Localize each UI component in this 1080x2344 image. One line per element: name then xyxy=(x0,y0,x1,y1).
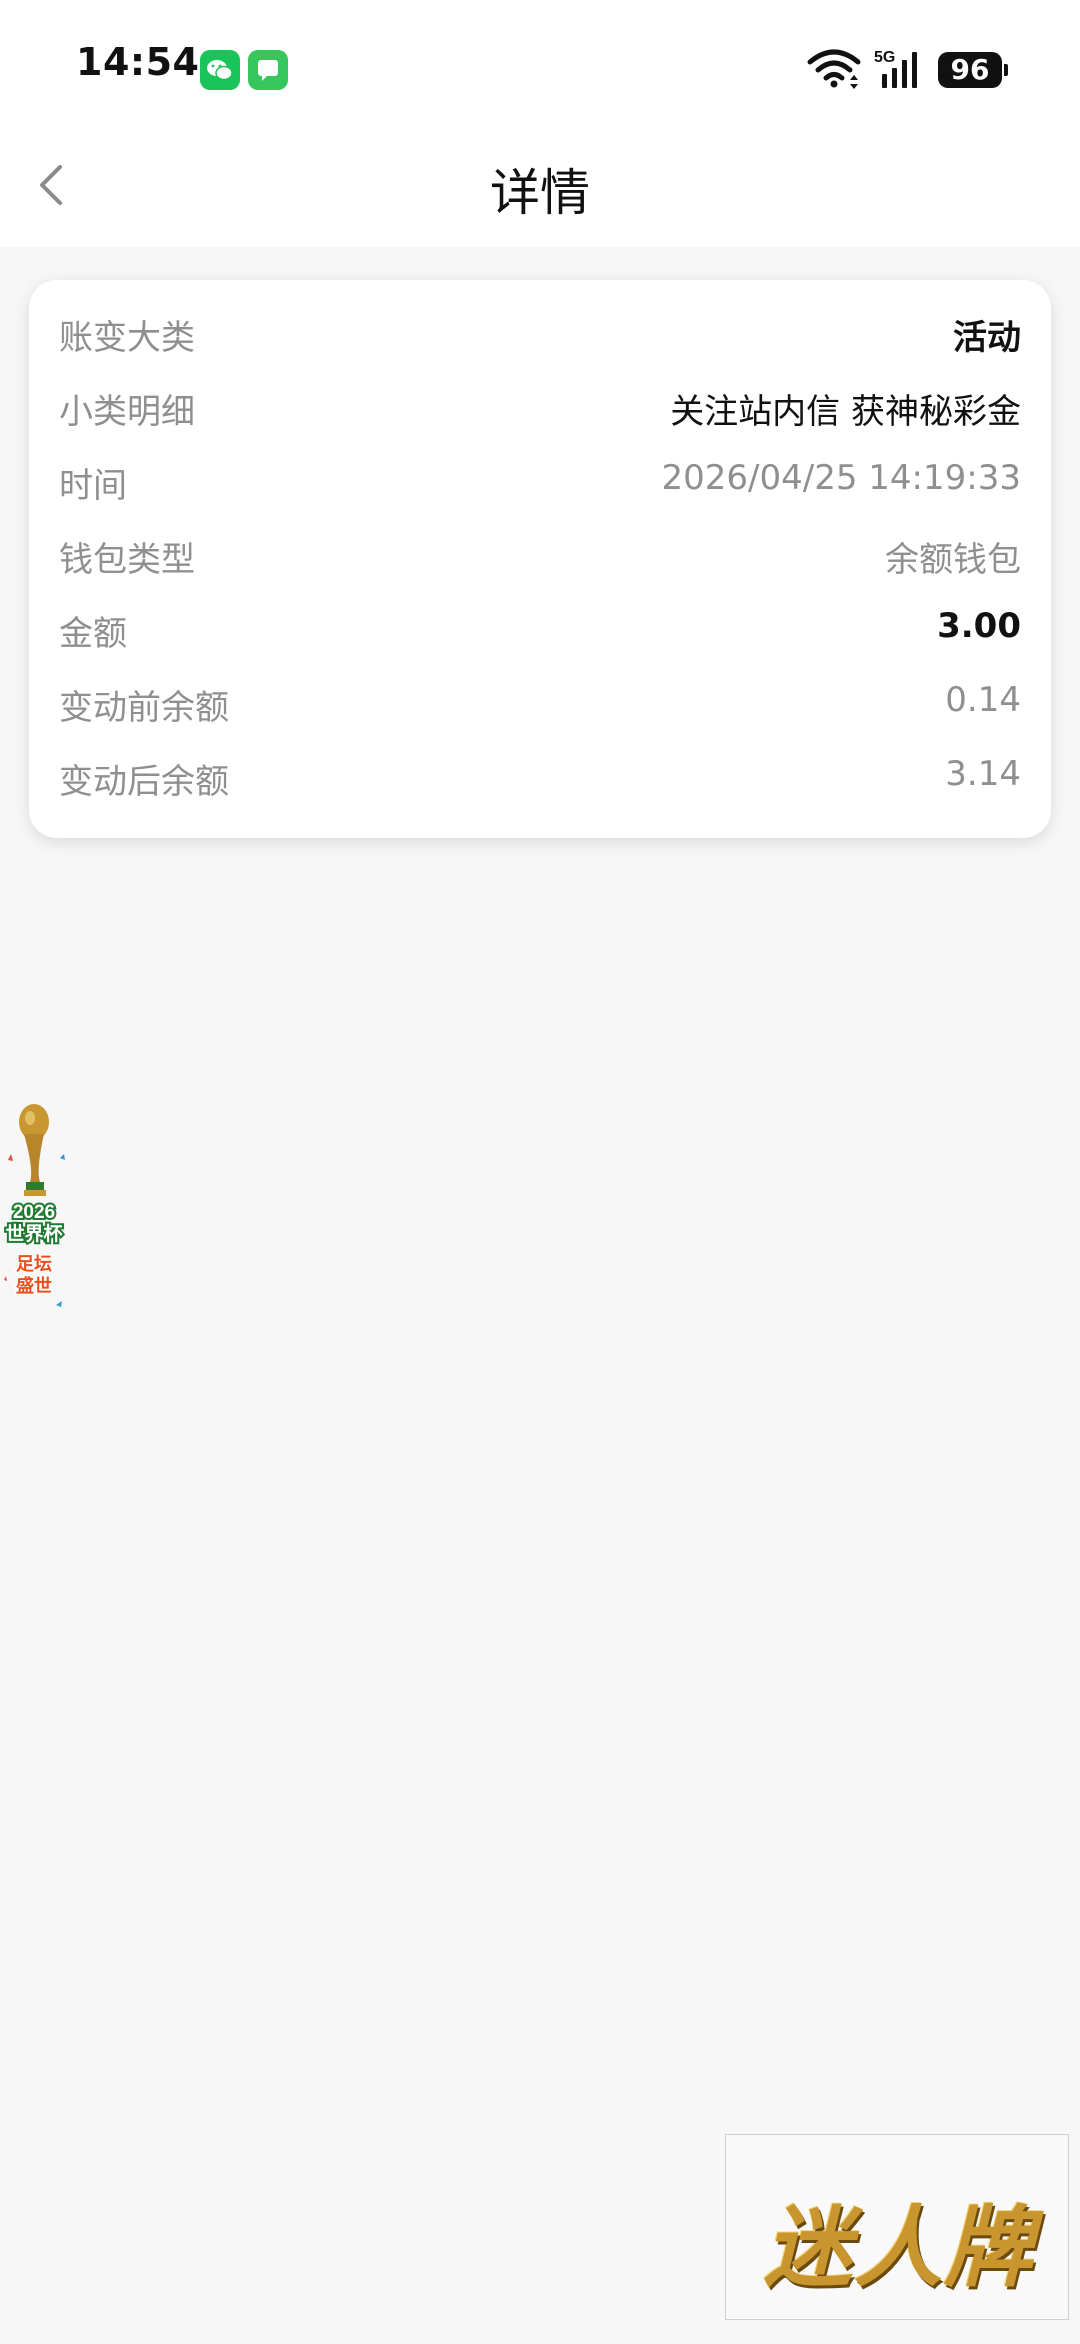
status-time: 14:54 xyxy=(76,40,200,84)
detail-label: 账变大类 xyxy=(59,318,195,358)
battery-indicator: 96 xyxy=(938,52,1008,88)
cellular-signal-icon: 5G xyxy=(874,46,924,90)
page-title: 详情 xyxy=(490,164,590,222)
detail-label: 时间 xyxy=(59,466,127,506)
brand-floating-ad[interactable]: 迷人牌 xyxy=(725,2134,1069,2320)
detail-row-wallet-type: 钱包类型 余额钱包 xyxy=(59,522,1021,582)
promo-year: 2026 xyxy=(13,1202,55,1223)
nav-header: 详情 xyxy=(0,125,1080,247)
detail-value: 关注站内信 获神秘彩金 xyxy=(670,392,1021,432)
detail-row-balance-before: 变动前余额 0.14 xyxy=(59,670,1021,730)
detail-row-amount: 金额 3.00 xyxy=(59,596,1021,656)
detail-value: 余额钱包 xyxy=(885,540,1021,580)
detail-label: 钱包类型 xyxy=(59,540,195,580)
detail-value: 2026/04/25 14:19:33 xyxy=(661,458,1021,498)
detail-value: 3.14 xyxy=(945,754,1021,794)
network-type-label: 5G xyxy=(874,49,895,66)
promo-title: 世界杯 xyxy=(5,1222,62,1245)
wifi-icon xyxy=(806,46,862,90)
worldcup-promo-badge[interactable]: 2026 世界杯 足坛 盛世 xyxy=(0,1100,72,1320)
detail-label: 变动后余额 xyxy=(59,762,229,802)
message-notification-icon xyxy=(248,50,288,90)
detail-value: 0.14 xyxy=(945,680,1021,720)
detail-label: 变动前余额 xyxy=(59,688,229,728)
detail-label: 小类明细 xyxy=(59,392,195,432)
transaction-detail-card: 账变大类 活动 小类明细 关注站内信 获神秘彩金 时间 2026/04/25 1… xyxy=(29,280,1051,838)
detail-value: 活动 xyxy=(953,318,1021,358)
detail-row-category: 账变大类 活动 xyxy=(59,300,1021,360)
promo-line-b: 盛世 xyxy=(16,1275,52,1297)
trophy-icon xyxy=(19,1104,49,1196)
detail-value: 3.00 xyxy=(937,606,1021,646)
status-bar: 14:54 5G 96 xyxy=(0,0,1080,125)
detail-row-balance-after: 变动后余额 3.14 xyxy=(59,744,1021,804)
promo-line-a: 足坛 xyxy=(16,1254,52,1275)
detail-label: 金额 xyxy=(59,614,127,654)
detail-row-subcategory: 小类明细 关注站内信 获神秘彩金 xyxy=(59,374,1021,434)
detail-row-time: 时间 2026/04/25 14:19:33 xyxy=(59,448,1021,508)
wechat-notification-icon xyxy=(200,50,240,90)
brand-logo-text: 迷人牌 xyxy=(764,2196,1035,2299)
